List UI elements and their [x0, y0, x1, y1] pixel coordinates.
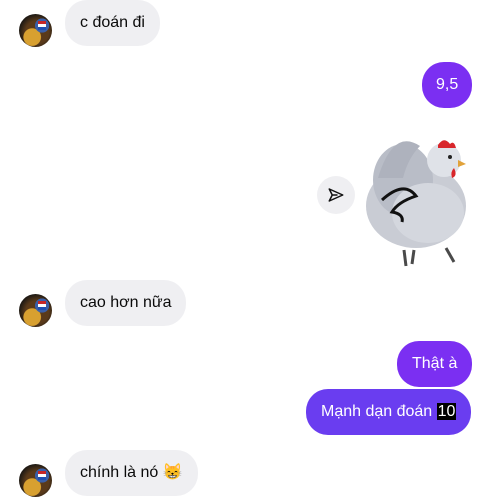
chicken-body	[366, 140, 466, 267]
message-text: Thật à	[412, 355, 458, 372]
share-button[interactable]	[317, 176, 355, 214]
avatar[interactable]	[19, 294, 52, 327]
message-text: Mạnh dạn đoán	[321, 403, 437, 420]
highlighted-number: 10	[436, 403, 457, 420]
message-text: chính là nó 😸	[80, 464, 183, 481]
avatar-flag	[38, 471, 46, 480]
avatar-flag	[38, 21, 46, 30]
message-text: 9,5	[436, 76, 459, 93]
send-icon	[328, 188, 344, 202]
avatar-flag	[38, 301, 46, 310]
message-text: cao hơn nữa	[80, 294, 172, 311]
chicken-sticker[interactable]	[358, 118, 476, 268]
message-bubble-incoming[interactable]: c đoán đi	[65, 0, 160, 46]
message-text: c đoán đi	[80, 14, 145, 31]
avatar[interactable]	[19, 464, 52, 497]
message-bubble-outgoing[interactable]: Mạnh dạn đoán 10	[306, 389, 472, 435]
message-bubble-incoming[interactable]: cao hơn nữa	[65, 280, 187, 326]
message-bubble-outgoing[interactable]: 9,5	[422, 62, 473, 108]
avatar[interactable]	[19, 14, 52, 47]
message-bubble-incoming[interactable]: chính là nó 😸	[65, 450, 198, 496]
message-bubble-outgoing[interactable]: Thật à	[397, 341, 473, 387]
